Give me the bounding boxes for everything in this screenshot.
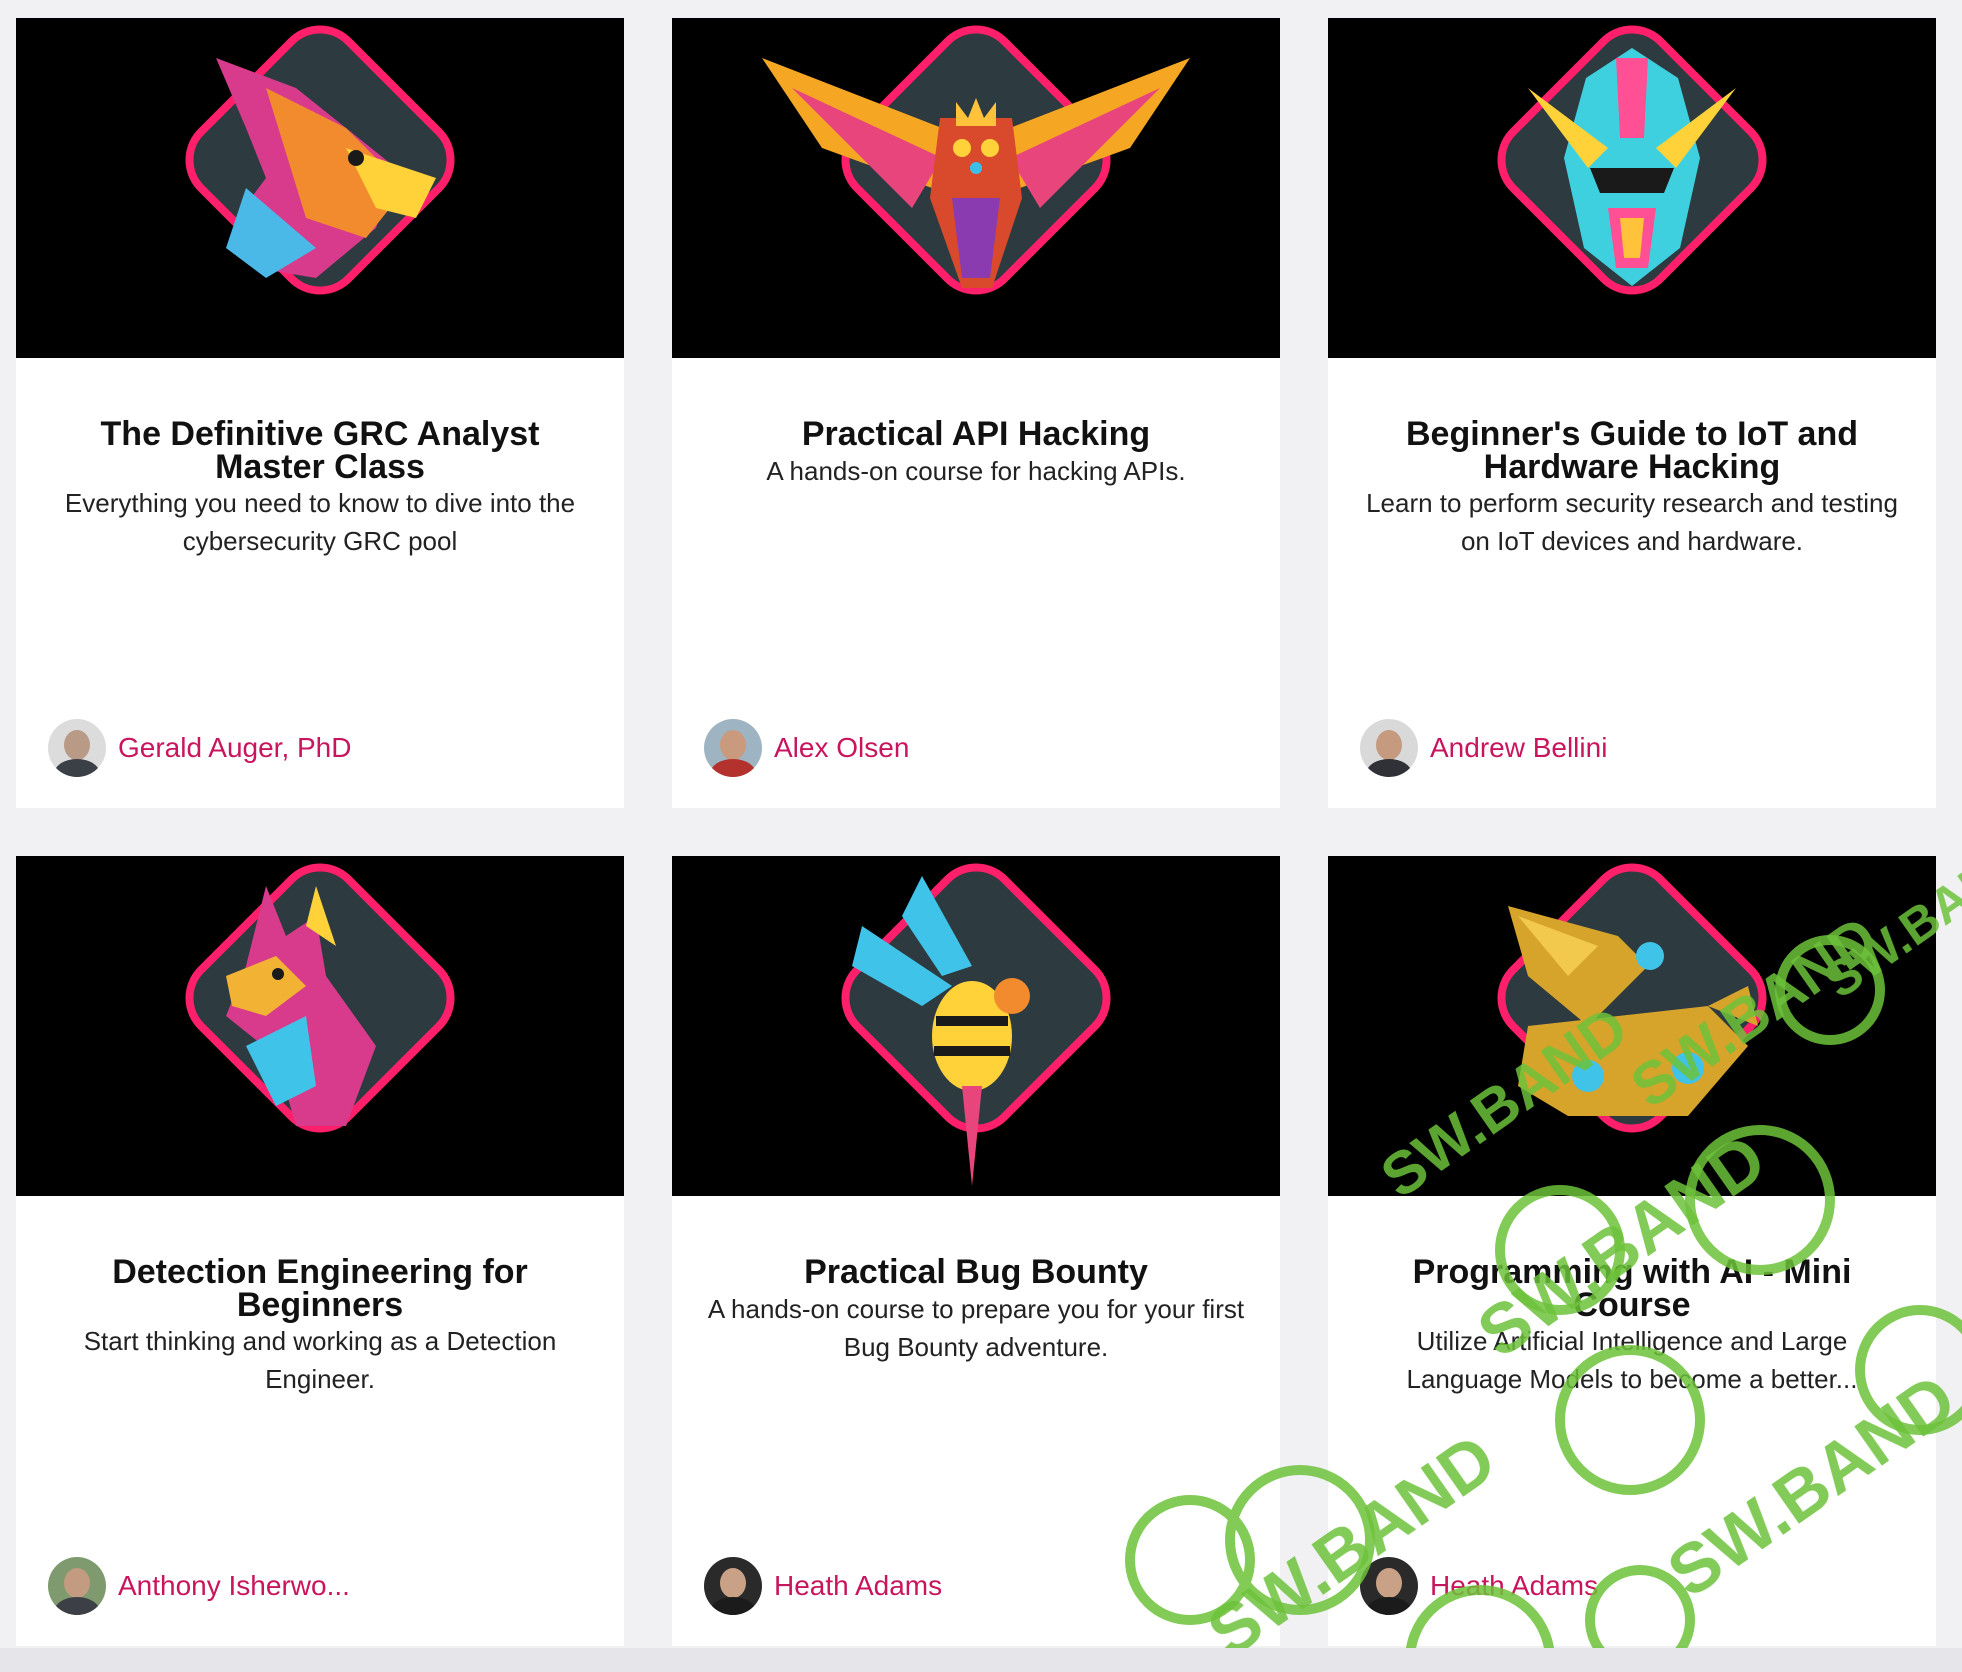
author-name[interactable]: Heath Adams: [1430, 1570, 1598, 1602]
author-name[interactable]: Alex Olsen: [774, 732, 909, 764]
course-title[interactable]: Practical API Hacking: [712, 417, 1240, 451]
course-author[interactable]: Heath Adams: [1360, 1556, 1598, 1616]
course-card[interactable]: The Definitive GRC Analyst Master Class …: [16, 18, 624, 808]
course-thumbnail[interactable]: [1328, 18, 1936, 358]
author-name[interactable]: Andrew Bellini: [1430, 732, 1607, 764]
course-title[interactable]: The Definitive GRC Analyst Master Class: [56, 417, 584, 484]
author-name[interactable]: Heath Adams: [774, 1570, 942, 1602]
course-subtitle: Everything you need to know to dive into…: [64, 488, 576, 556]
course-subtitle: Utilize Artificial Intelligence and Larg…: [1406, 1326, 1858, 1394]
avatar: [1360, 719, 1418, 777]
course-thumbnail[interactable]: [1328, 856, 1936, 1196]
avatar: [704, 719, 762, 777]
avatar: [48, 1557, 106, 1615]
course-card[interactable]: Programming with AI - Mini Course Utiliz…: [1328, 856, 1936, 1646]
avatar: [1360, 1557, 1418, 1615]
course-card[interactable]: Practical API Hacking A hands-on course …: [672, 18, 1280, 808]
course-subtitle: A hands-on course for hacking APIs.: [766, 456, 1186, 486]
course-subtitle: Learn to perform security research and t…: [1366, 488, 1898, 556]
author-name[interactable]: Anthony Isherwo...: [118, 1570, 350, 1602]
course-author[interactable]: Anthony Isherwo...: [48, 1556, 350, 1616]
course-author[interactable]: Alex Olsen: [704, 718, 909, 778]
course-title[interactable]: Beginner's Guide to IoT and Hardware Hac…: [1368, 417, 1896, 484]
course-card[interactable]: Beginner's Guide to IoT and Hardware Hac…: [1328, 18, 1936, 808]
course-thumbnail[interactable]: [16, 856, 624, 1196]
course-title[interactable]: Practical Bug Bounty: [712, 1255, 1240, 1289]
course-thumbnail[interactable]: [16, 18, 624, 358]
course-thumbnail[interactable]: [672, 856, 1280, 1196]
course-subtitle: A hands-on course to prepare you for you…: [707, 1294, 1245, 1362]
course-author[interactable]: Andrew Bellini: [1360, 718, 1607, 778]
course-card[interactable]: Detection Engineering for Beginners Star…: [16, 856, 624, 1646]
avatar: [704, 1557, 762, 1615]
author-name[interactable]: Gerald Auger, PhD: [118, 732, 351, 764]
course-thumbnail[interactable]: [672, 18, 1280, 358]
course-title[interactable]: Programming with AI - Mini Course: [1368, 1255, 1896, 1322]
course-author[interactable]: Heath Adams: [704, 1556, 942, 1616]
course-subtitle: Start thinking and working as a Detectio…: [83, 1326, 557, 1394]
course-title[interactable]: Detection Engineering for Beginners: [56, 1255, 584, 1322]
avatar: [48, 719, 106, 777]
course-author[interactable]: Gerald Auger, PhD: [48, 718, 351, 778]
page-bottom-strip: [0, 1648, 1962, 1672]
course-card[interactable]: Practical Bug Bounty A hands-on course t…: [672, 856, 1280, 1646]
course-grid: The Definitive GRC Analyst Master Class …: [0, 0, 1962, 1672]
